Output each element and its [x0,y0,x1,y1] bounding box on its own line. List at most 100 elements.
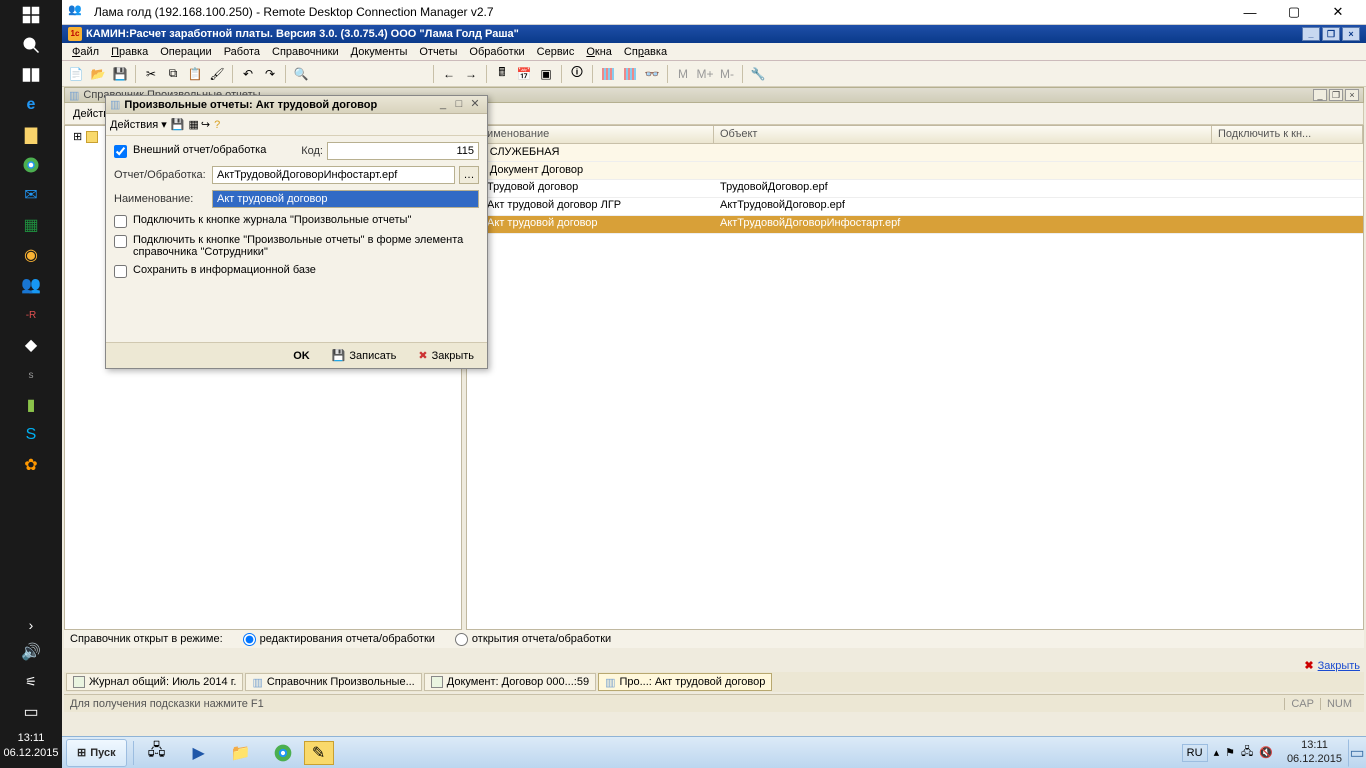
mminus-icon[interactable]: M- [717,64,737,84]
start-icon[interactable] [0,0,62,30]
menu-windows[interactable]: Окна [580,46,618,58]
cut-icon[interactable]: ✂ [141,64,161,84]
wrench-icon[interactable]: 🔧 [748,64,768,84]
show-desktop-icon[interactable]: ▭ [1348,739,1366,767]
diamond-icon[interactable]: ◆ [0,330,62,360]
menu-service[interactable]: Сервис [531,46,581,58]
maximize-button[interactable]: ▢ [1272,0,1316,25]
menu-help[interactable]: Справка [618,46,673,58]
menu-dict[interactable]: Справочники [266,46,345,58]
app-r-icon[interactable]: -R [0,300,62,330]
app-restore-button[interactable]: ❐ [1322,27,1340,41]
tb-app-icon[interactable]: ✎ [304,741,334,765]
chrome-icon[interactable] [0,150,62,180]
speaker-icon[interactable]: 🔊 [0,637,62,667]
close-button[interactable]: ✕ [1316,0,1360,25]
ok-button[interactable]: OK [286,346,317,366]
outlook-icon[interactable]: ✉ [0,180,62,210]
rdcman-icon[interactable]: 👥 [0,270,62,300]
connect-employees-checkbox[interactable] [114,235,127,248]
code-input[interactable] [327,142,479,160]
host-clock[interactable]: 13:11 06.12.2015 [0,727,62,768]
dialog-actions-dropdown[interactable]: Действия ▾ [110,118,167,131]
remote-clock[interactable]: 13:11 06.12.2015 [1281,739,1348,765]
misc-icon[interactable]: ✿ [0,450,62,480]
mplus-icon[interactable]: M+ [695,64,715,84]
mdi-min-button[interactable]: _ [1313,89,1327,101]
wintab-current[interactable]: ▥Про...: Акт трудовой договор [598,673,772,691]
tb-powershell-icon[interactable]: ▶ [178,739,220,767]
col-connect[interactable]: Подключить к кн... [1212,126,1363,143]
dialog-titlebar[interactable]: ▥ Произвольные отчеты: Акт трудовой дого… [106,96,487,114]
open-icon[interactable]: 📂 [88,64,108,84]
table-row[interactable]: — Акт трудовой договор ЛГРАктТрудовойДог… [467,198,1363,216]
wifi-icon[interactable]: ⚟ [0,667,62,697]
save-icon[interactable]: 💾 [110,64,130,84]
menu-file[interactable]: Файл [66,46,105,58]
connect-journal-checkbox[interactable] [114,215,127,228]
menu-edit[interactable]: Правка [105,46,154,58]
chart2-icon[interactable] [620,64,640,84]
dialog-save-icon[interactable]: 💾 [171,118,185,131]
browse-button[interactable]: … [459,166,479,184]
menu-work[interactable]: Работа [218,46,266,58]
dialog-min-button[interactable]: _ [435,98,451,112]
table-row[interactable]: 📁 Документ Договор [467,162,1363,180]
edge-icon[interactable]: e [0,90,62,120]
help-icon[interactable]: 🛈 [567,64,587,84]
name-input[interactable] [212,190,479,208]
lang-indicator[interactable]: RU [1182,744,1208,762]
nav-back-icon[interactable]: ← [439,64,459,84]
excel-icon[interactable]: ▦ [0,210,62,240]
m-icon[interactable]: M [673,64,693,84]
chevron-right-icon[interactable]: › [0,613,62,637]
dialog-max-button[interactable]: □ [451,98,467,112]
skype-icon[interactable]: S [0,420,62,450]
dialog-help-icon[interactable]: ? [214,119,220,131]
tray-chevron-icon[interactable]: ▴ [1214,746,1220,759]
table-row[interactable]: 📁 СЛУЖЕБНАЯ [467,144,1363,162]
col-object[interactable]: Объект [714,126,1212,143]
mode-edit-radio[interactable]: редактирования отчета/обработки [243,633,435,646]
wintab-doc[interactable]: Документ: Договор 000...:59 [424,673,596,691]
flag-icon[interactable]: ⚑ [1225,746,1235,759]
grid-body[interactable]: 📁 СЛУЖЕБНАЯ📁 Документ Договор— Трудовой … [467,144,1363,234]
window-icon[interactable]: ▣ [536,64,556,84]
notepad-icon[interactable]: ▮ [0,390,62,420]
find-icon[interactable]: 🔍 [291,64,311,84]
tb-servers-icon[interactable]: 🖧 [136,739,178,767]
chart-icon[interactable] [598,64,618,84]
minimize-button[interactable]: — [1228,0,1272,25]
nav-fwd-icon[interactable]: → [461,64,481,84]
menu-processing[interactable]: Обработки [463,46,530,58]
table-row[interactable]: — Акт трудовой договорАктТрудовойДоговор… [467,216,1363,234]
menu-docs[interactable]: Документы [345,46,414,58]
dialog-close-button[interactable]: ✕ [467,98,483,112]
explorer-icon[interactable]: ▇ [0,120,62,150]
copy-icon[interactable]: ⧉ [163,64,183,84]
app-min-button[interactable]: _ [1302,27,1320,41]
menu-reports[interactable]: Отчеты [413,46,463,58]
external-checkbox[interactable] [114,145,127,158]
dialog-doc-icon[interactable]: ▦ [188,118,198,131]
new-icon[interactable]: 📄 [66,64,86,84]
save-button[interactable]: 💾Записать [325,346,404,366]
mdi-restore-button[interactable]: ❐ [1329,89,1343,101]
calendar-icon[interactable]: 📅 [514,64,534,84]
table-row[interactable]: — Трудовой договорТрудовойДоговор.epf [467,180,1363,198]
close-panel-button[interactable]: ✖ Закрыть [1304,659,1360,672]
col-name[interactable]: Наименование [467,126,714,143]
mode-open-radio[interactable]: открытия отчета/обработки [455,633,611,646]
redo-icon[interactable]: ↷ [260,64,280,84]
save-db-checkbox[interactable] [114,265,127,278]
dialog-go-icon[interactable]: ↪ [201,118,210,131]
app-close-button[interactable]: × [1342,27,1360,41]
start-button[interactable]: ⊞Пуск [66,739,127,767]
wintab-journal[interactable]: Журнал общий: Июль 2014 г. [66,673,243,691]
brush-icon[interactable]: 🖌 [207,64,227,84]
mdi-close-button[interactable]: × [1345,89,1359,101]
wintab-dict[interactable]: ▥Справочник Произвольные... [245,673,421,691]
paste-icon[interactable]: 📋 [185,64,205,84]
menu-operations[interactable]: Операции [154,46,217,58]
taskview-icon[interactable] [0,60,62,90]
